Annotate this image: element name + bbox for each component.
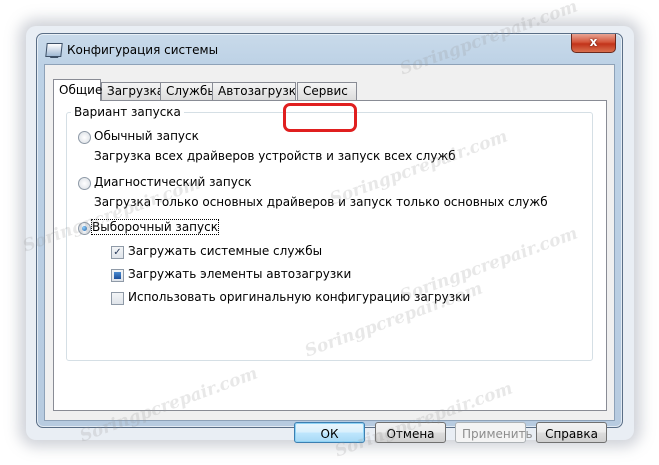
selective-startup-label[interactable]: Выборочный запуск: [91, 219, 219, 235]
startup-selection-group: Вариант запуска Обычный запуск Загрузка …: [66, 105, 593, 361]
msconfig-app-icon: [45, 43, 63, 57]
load-system-services-label[interactable]: Загружать системные службы: [128, 244, 322, 258]
use-original-boot-config-checkbox[interactable]: [111, 292, 124, 305]
use-original-boot-config-label[interactable]: Использовать оригинальную конфигурацию з…: [128, 290, 470, 304]
title-bar[interactable]: Конфигурация системы x: [37, 34, 622, 64]
diagnostic-startup-label[interactable]: Диагностический запуск: [94, 175, 252, 189]
normal-startup-radio[interactable]: [78, 131, 91, 144]
cancel-button[interactable]: Отмена: [375, 422, 446, 443]
dialog-client-area: Общие Загрузка Службы Автозагрузка Серви…: [44, 64, 615, 443]
tab-startup[interactable]: Автозагрузка: [212, 82, 296, 100]
apply-button[interactable]: Применить: [455, 422, 533, 443]
tab-services[interactable]: Службы: [160, 82, 217, 100]
close-button[interactable]: x: [571, 34, 616, 53]
normal-startup-description: Загрузка всех драйверов устройств и запу…: [94, 149, 456, 163]
startup-group-label: Вариант запуска: [71, 105, 184, 119]
system-configuration-window: Конфигурация системы x Общие Загрузка Сл…: [36, 33, 623, 443]
load-startup-items-label[interactable]: Загружать элементы автозагрузки: [128, 267, 351, 281]
load-system-services-checkbox[interactable]: ✓: [111, 246, 124, 259]
general-tab-panel: Вариант запуска Обычный запуск Загрузка …: [53, 100, 607, 411]
diagnostic-startup-radio[interactable]: [78, 177, 91, 190]
help-button[interactable]: Справка: [536, 422, 607, 443]
window-title: Конфигурация системы: [67, 43, 219, 57]
selective-startup-radio[interactable]: [78, 222, 91, 235]
close-icon: x: [589, 35, 598, 49]
tab-general[interactable]: Общие: [53, 79, 102, 101]
tab-tools[interactable]: Сервис: [297, 82, 357, 100]
tools-tab-highlight-frame: [283, 103, 357, 132]
tab-boot[interactable]: Загрузка: [101, 82, 164, 100]
ok-button[interactable]: ОК: [294, 422, 365, 443]
diagnostic-startup-description: Загрузка только основных драйверов и зап…: [94, 195, 548, 209]
normal-startup-label[interactable]: Обычный запуск: [94, 129, 199, 143]
load-startup-items-checkbox[interactable]: [111, 269, 124, 282]
